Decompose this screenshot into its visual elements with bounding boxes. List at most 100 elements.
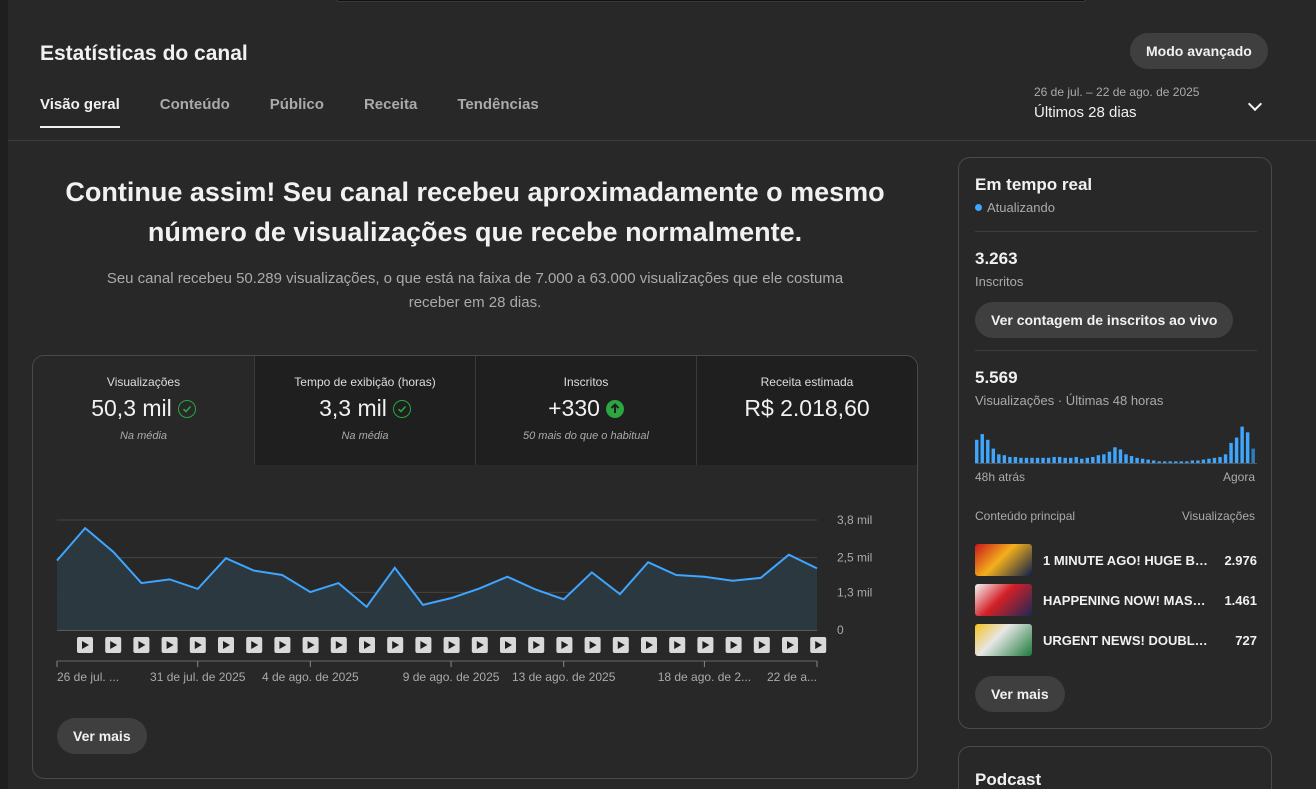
video-marker-icon[interactable] [218,637,234,653]
realtime-bar[interactable] [980,434,984,464]
video-marker-icon[interactable] [105,637,122,653]
video-marker-icon[interactable] [274,637,291,653]
video-marker-icon[interactable] [302,637,319,653]
metric-tab-revenue[interactable]: Receita estimada R$ 2.018,60 [696,356,917,465]
data-point[interactable] [505,574,510,579]
video-marker-icon[interactable] [246,637,263,653]
data-point[interactable] [252,568,257,573]
realtime-more-button[interactable]: Ver mais [975,676,1065,712]
data-point[interactable] [420,602,425,607]
tab-audience[interactable]: Público [270,96,324,127]
tab-trends[interactable]: Tendências [457,96,538,127]
realtime-bar[interactable] [1229,442,1233,464]
realtime-bar[interactable] [1002,455,1007,464]
data-point[interactable] [533,587,538,592]
top-content-row[interactable]: 1 MINUTE AGO! HUGE BEARS PLANS... 2.976 [975,543,1257,577]
video-marker-icon[interactable] [669,637,686,653]
realtime-bar[interactable] [1113,447,1117,464]
tab-bar: Visão geral Conteúdo Público Receita Ten… [40,96,579,128]
data-point[interactable] [223,556,228,561]
metric-tab-watch-time[interactable]: Tempo de exibição (horas) 3,3 mil Na méd… [254,356,475,465]
realtime-bar[interactable] [1251,448,1255,464]
data-point[interactable] [786,552,791,557]
top-content-row[interactable]: URGENT NEWS! DOUBLE TRADE... 727 [975,623,1257,657]
video-marker-icon[interactable] [612,637,629,653]
realtime-bar[interactable] [991,448,996,464]
video-marker-icon[interactable] [641,637,657,653]
realtime-bar[interactable] [1107,451,1112,464]
data-point[interactable] [55,558,60,563]
video-marker-icon[interactable] [471,637,488,653]
data-point[interactable] [702,574,707,579]
realtime-bar[interactable] [1013,456,1018,464]
video-marker-icon[interactable] [359,637,375,653]
data-point[interactable] [139,581,144,586]
metric-tab-views[interactable]: Visualizações 50,3 mil Na média [33,356,254,465]
data-point[interactable] [336,581,341,586]
realtime-bar[interactable] [1240,426,1244,464]
tab-content[interactable]: Conteúdo [160,96,230,127]
realtime-bar[interactable] [1245,432,1250,464]
video-marker-icon[interactable] [500,637,516,653]
data-point[interactable] [392,565,397,570]
video-marker-icon[interactable] [415,637,432,653]
video-marker-icon[interactable] [330,637,347,653]
live-subscriber-count-button[interactable]: Ver contagem de inscritos ao vivo [975,302,1234,338]
realtime-bar[interactable] [1218,456,1222,464]
realtime-bar[interactable] [1091,456,1095,464]
video-marker-icon[interactable] [189,637,206,653]
data-point[interactable] [195,586,200,591]
chart-more-button[interactable]: Ver mais [57,718,147,754]
realtime-bar[interactable] [1096,455,1101,464]
realtime-bar[interactable] [997,454,1001,464]
tab-revenue[interactable]: Receita [364,96,417,127]
data-point[interactable] [364,604,369,609]
tab-overview[interactable]: Visão geral [40,96,120,128]
realtime-bar[interactable] [1118,449,1123,464]
video-marker-icon[interactable] [443,637,460,653]
realtime-bar[interactable] [986,439,990,464]
realtime-bar[interactable] [1234,437,1239,464]
realtime-bar[interactable] [1057,456,1062,464]
realtime-bar[interactable] [1008,456,1012,464]
video-marker-icon[interactable] [753,637,770,653]
video-marker-icon[interactable] [556,637,573,653]
data-point[interactable] [815,566,820,571]
video-marker-icon[interactable] [725,637,742,653]
video-marker-icon[interactable] [133,637,150,653]
data-point[interactable] [83,526,88,531]
video-marker-icon[interactable] [77,637,93,653]
video-marker-icon[interactable] [782,637,798,653]
data-point[interactable] [308,590,313,595]
data-point[interactable] [589,570,594,575]
realtime-bar[interactable] [1102,454,1106,464]
data-point[interactable] [167,577,172,582]
data-point[interactable] [477,586,482,591]
data-point[interactable] [111,549,116,554]
realtime-bar[interactable] [1052,456,1056,464]
realtime-bar[interactable] [1124,454,1128,464]
realtime-bar[interactable] [1129,456,1134,464]
metric-tab-subscribers[interactable]: Inscritos +330 50 mais do que o habitual [475,356,696,465]
data-point[interactable] [449,596,454,601]
video-marker-icon[interactable] [810,637,827,653]
data-point[interactable] [561,597,566,602]
realtime-bar[interactable] [1074,456,1078,464]
realtime-bar[interactable] [975,439,979,464]
video-marker-icon[interactable] [697,637,714,653]
advanced-mode-button[interactable]: Modo avançado [1130,33,1268,69]
video-marker-icon[interactable] [584,637,601,653]
data-point[interactable] [758,575,763,580]
data-point[interactable] [730,578,735,583]
data-point[interactable] [646,560,651,565]
video-marker-icon[interactable] [528,637,545,653]
video-marker-icon[interactable] [387,637,404,653]
data-point[interactable] [280,573,285,578]
top-content-row[interactable]: HAPPENING NOW! MASSIVE DOUBLE... 1.461 [975,583,1257,617]
video-marker-icon[interactable] [161,637,178,653]
realtime-bar[interactable] [1223,454,1228,464]
arrow-up-icon [605,399,624,418]
date-range-picker[interactable]: 26 de jul. – 22 de ago. de 2025 Últimos … [1034,85,1264,121]
data-point[interactable] [617,592,622,597]
data-point[interactable] [674,573,679,578]
